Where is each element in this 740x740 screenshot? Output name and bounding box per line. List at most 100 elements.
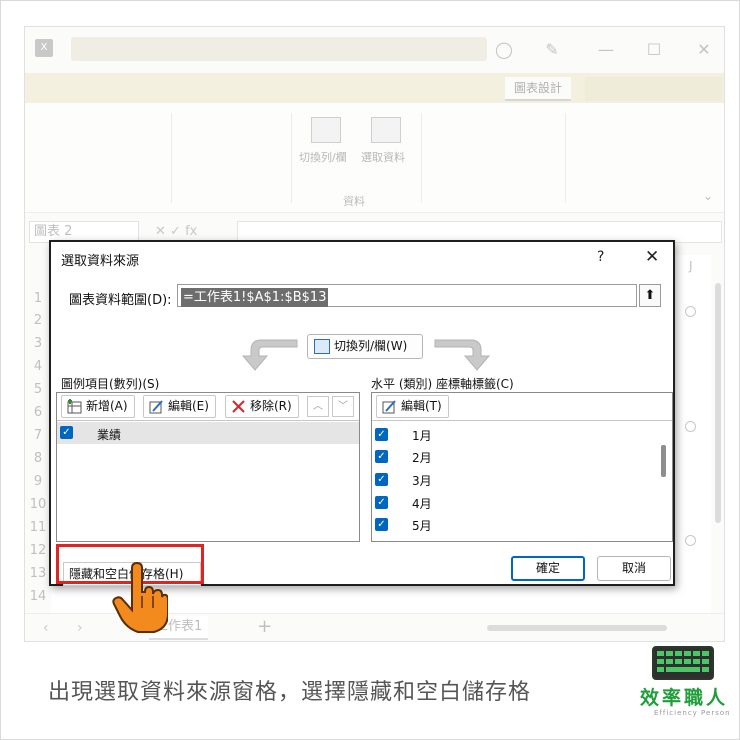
keyboard-logo-icon: [652, 646, 714, 680]
horizontal-scrollbar[interactable]: [475, 624, 705, 632]
select-data-source-dialog: 選取資料來源 ? ✕ 圖表資料範圍(D): =工作表1!$A$1:$B$13 ⬆…: [49, 240, 675, 586]
arrow-left-icon: [241, 339, 298, 371]
cancel-button[interactable]: 取消: [597, 556, 671, 581]
add-label: 新增(A): [86, 399, 128, 413]
vertical-scrollbar[interactable]: [713, 263, 723, 603]
row-number: 5: [33, 382, 43, 397]
switch-button-label: 切換列/欄(W): [334, 339, 408, 353]
select-data-icon[interactable]: [371, 117, 401, 143]
category-row[interactable]: ✓ 2月: [372, 446, 652, 468]
close-icon[interactable]: ✕: [645, 247, 659, 267]
ribbon-separator: [291, 113, 292, 203]
minimize-icon[interactable]: —: [595, 39, 617, 61]
pen-icon[interactable]: ✎: [541, 39, 563, 61]
prev-sheet-icon[interactable]: ‹: [43, 620, 49, 636]
category-label: 2月: [412, 451, 432, 465]
scroll-thumb[interactable]: [661, 445, 666, 477]
axis-labels-panel: 編輯(T) ✓ 1月 ✓ 2月 ✓ 3月 ✓ 4月 ✓ 5月: [371, 392, 673, 542]
move-down-button[interactable]: ﹀: [332, 396, 354, 417]
range-value: =工作表1!$A$1:$B$13: [181, 288, 329, 307]
checkbox-checked-icon[interactable]: ✓: [375, 518, 388, 531]
caption-text: 出現選取資料來源窗格，選擇隱藏和空白儲存格: [48, 680, 532, 705]
category-row[interactable]: ✓ 4月: [372, 492, 652, 514]
row-number: 3: [33, 336, 43, 351]
keyboard-keys-icon: [657, 651, 709, 672]
checkbox-checked-icon[interactable]: ✓: [375, 496, 388, 509]
row-number: 8: [33, 451, 43, 466]
edit-icon: [149, 400, 163, 414]
checkbox-checked-icon[interactable]: ✓: [60, 426, 73, 439]
row-number: 6: [33, 405, 43, 420]
switch-row-col-button[interactable]: 切換列/欄(W): [307, 334, 423, 359]
brand-subtitle: Efficiency Person: [654, 709, 731, 717]
switch-row-col-icon[interactable]: [311, 117, 341, 143]
chart-resize-handle[interactable]: [685, 535, 696, 546]
add-series-button[interactable]: 新增(A): [61, 395, 135, 418]
checkbox-checked-icon[interactable]: ✓: [375, 473, 388, 486]
edit-label: 編輯(E): [168, 399, 209, 413]
category-row[interactable]: ✓ 3月: [372, 469, 652, 491]
checkbox-checked-icon[interactable]: ✓: [375, 428, 388, 441]
arrow-right-icon: [434, 339, 491, 371]
legend-toolbar: 新增(A) 編輯(E) 移除(R) ︿ ﹀: [57, 393, 359, 421]
tab-placeholder: [585, 77, 722, 101]
search-box[interactable]: [71, 37, 487, 61]
checkbox-checked-icon[interactable]: ✓: [375, 450, 388, 463]
row-number: 10: [29, 497, 47, 512]
remove-x-icon: [232, 400, 245, 413]
next-sheet-icon[interactable]: ›: [77, 620, 83, 636]
row-number: 11: [29, 520, 47, 535]
scroll-thumb[interactable]: [715, 283, 721, 523]
ribbon-separator: [421, 113, 422, 203]
dialog-title: 選取資料來源: [61, 254, 140, 269]
category-label: 5月: [412, 519, 432, 533]
category-row[interactable]: ✓ 5月: [372, 514, 652, 536]
move-up-button[interactable]: ︿: [307, 396, 329, 417]
series-name: 業績: [97, 428, 122, 442]
remove-label: 移除(R): [250, 399, 292, 413]
chart-resize-handle[interactable]: [685, 421, 696, 432]
row-number: 13: [29, 566, 47, 581]
category-row[interactable]: ✓ 1月: [372, 424, 652, 446]
help-icon[interactable]: ?: [597, 249, 604, 265]
collapse-range-button[interactable]: ⬆: [639, 284, 661, 307]
add-table-icon: [67, 399, 82, 414]
column-header-j: J: [689, 259, 693, 273]
category-scrollbar[interactable]: [658, 425, 670, 537]
row-number: 14: [29, 589, 47, 604]
series-row[interactable]: ✓ 業績: [57, 422, 359, 444]
legend-entries-label: 圖例項目(數列)(S): [61, 377, 160, 391]
row-number: 7: [33, 428, 43, 443]
pointing-hand-icon: [112, 562, 168, 633]
edit-icon: [382, 400, 396, 414]
excel-logo-icon: X: [35, 39, 53, 57]
category-label: 4月: [412, 497, 432, 511]
range-label: 圖表資料範圍(D):: [69, 293, 172, 308]
edit-series-button[interactable]: 編輯(E): [143, 395, 216, 418]
chart-range-input[interactable]: =工作表1!$A$1:$B$13: [177, 284, 637, 307]
category-label: 1月: [412, 429, 432, 443]
user-icon[interactable]: ◯: [493, 39, 515, 61]
ribbon-separator: [565, 113, 566, 203]
brand-name: 效率職人: [640, 687, 729, 709]
add-sheet-icon[interactable]: +: [257, 616, 272, 637]
maximize-icon[interactable]: ☐: [643, 39, 665, 61]
legend-entries-panel: 新增(A) 編輯(E) 移除(R) ︿ ﹀ ✓ 業績: [56, 392, 360, 542]
row-number: 1: [33, 291, 43, 306]
edit-axis-button[interactable]: 編輯(T): [376, 395, 449, 418]
axis-toolbar: 編輯(T): [372, 393, 672, 421]
scroll-thumb[interactable]: [487, 625, 667, 631]
row-number: 12: [29, 543, 47, 558]
row-number: 4: [33, 359, 43, 374]
remove-series-button[interactable]: 移除(R): [225, 395, 299, 418]
ribbon-group-label: 資料: [343, 195, 365, 208]
switch-icon: [314, 339, 330, 354]
ok-button[interactable]: 確定: [511, 556, 585, 581]
chevron-down-icon[interactable]: ⌄: [703, 189, 713, 203]
tab-chart-design[interactable]: 圖表設計: [505, 77, 571, 101]
title-bar: X ◯ ✎ — ☐ ✕: [25, 27, 724, 73]
chart-resize-handle[interactable]: [685, 306, 696, 317]
ribbon-select-data-label[interactable]: 選取資料: [361, 149, 405, 165]
ribbon-switch-label[interactable]: 切換列/欄: [299, 149, 347, 165]
close-window-icon[interactable]: ✕: [693, 39, 715, 61]
